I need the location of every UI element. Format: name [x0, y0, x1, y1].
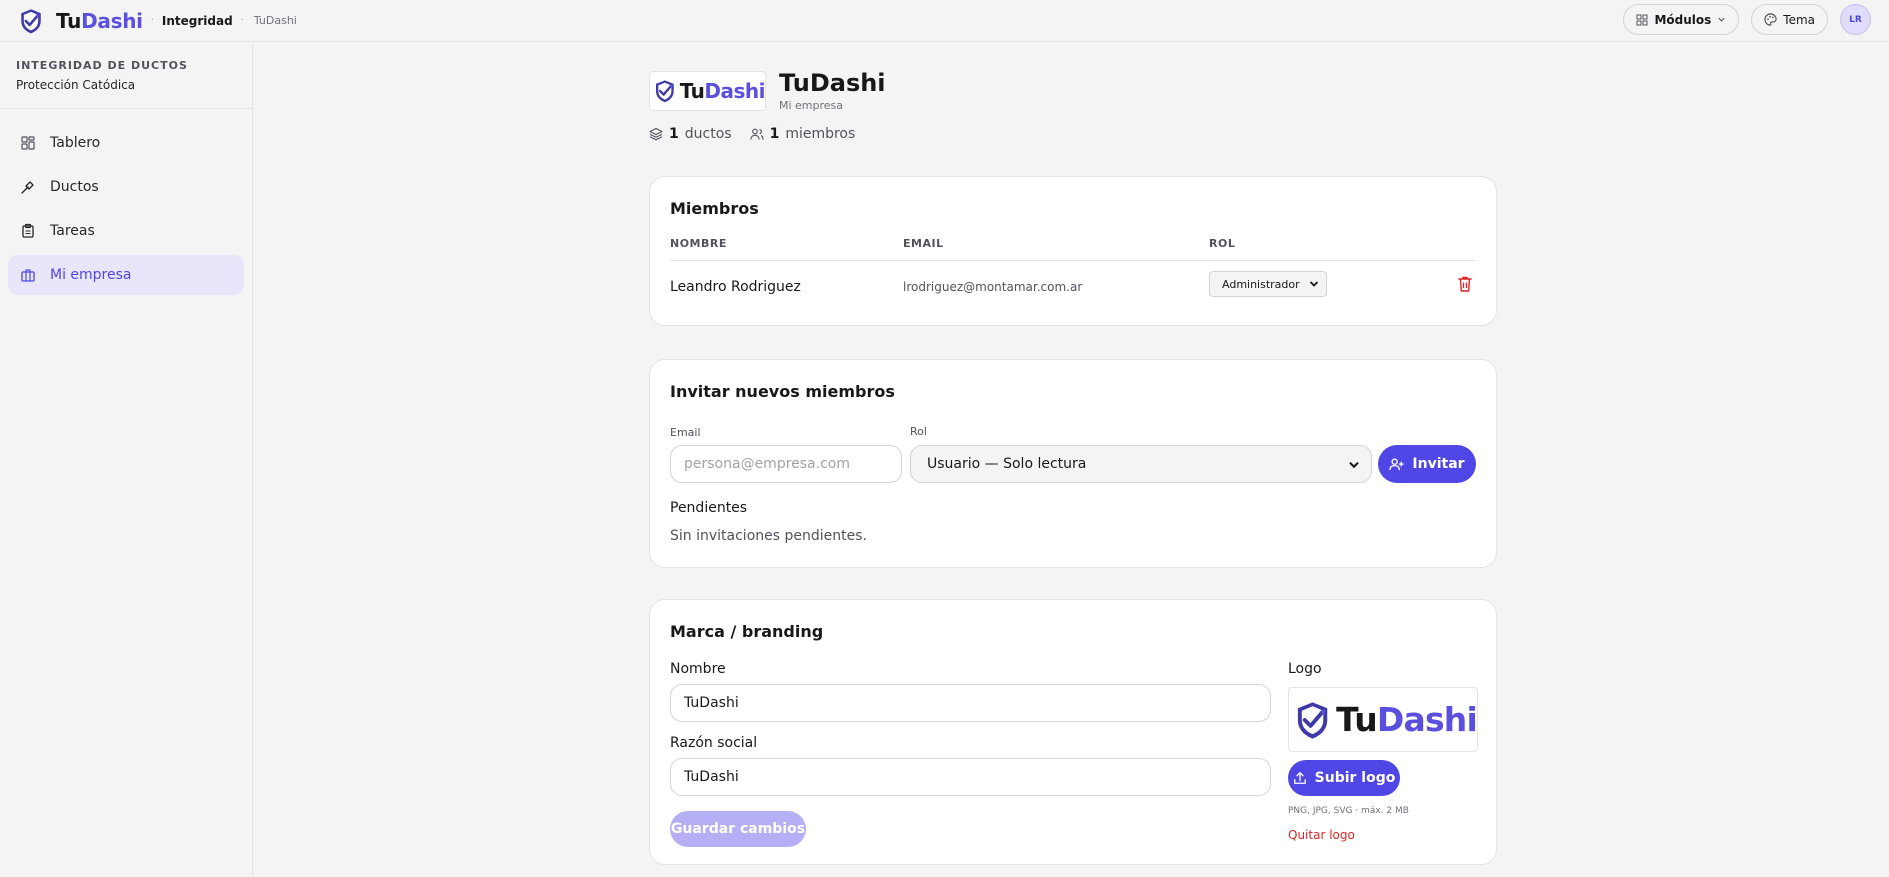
stat-miembros-count: 1 — [769, 126, 780, 142]
column-header-rol: ROL — [1209, 237, 1236, 250]
sidebar-item-tablero[interactable]: Tablero — [8, 123, 244, 163]
brand-name-dashi: Dashi — [81, 8, 143, 33]
chevron-down-icon — [1309, 281, 1319, 287]
theme-label: Tema — [1783, 12, 1815, 27]
role-select[interactable]: Usuario — Solo lectura — [910, 445, 1372, 483]
member-role-select[interactable]: Administrador — [1209, 271, 1327, 297]
column-header-nombre: NOMBRE — [670, 237, 727, 250]
sidebar-item-mi-empresa[interactable]: Mi empresa — [8, 255, 244, 295]
sidebar-item-label: Mi empresa — [50, 267, 132, 283]
avatar[interactable]: LR — [1840, 4, 1871, 35]
members-title: Miembros — [670, 199, 759, 218]
company-stats: 1 ductos 1 miembros — [649, 126, 1497, 142]
layers-icon — [649, 127, 663, 141]
email-label: Email — [670, 426, 701, 439]
table-divider — [670, 260, 1476, 261]
topbar-actions: Módulos Tema LR — [1623, 4, 1871, 35]
pending-title: Pendientes — [670, 500, 748, 516]
upload-icon — [1293, 772, 1306, 784]
pending-empty-message: Sin invitaciones pendientes. — [670, 528, 867, 544]
sidebar: INTEGRIDAD DE DUCTOS Protección Catódica… — [0, 43, 253, 877]
save-button[interactable]: Guardar cambios — [670, 811, 806, 847]
breadcrumb-separator: · — [240, 15, 244, 26]
role-label: Rol — [910, 425, 927, 438]
breadcrumb-module[interactable]: Integridad — [162, 14, 233, 28]
chevron-down-icon — [1718, 17, 1725, 22]
company-logo: TuDashi — [649, 70, 766, 111]
member-name: Leandro Rodriguez — [670, 279, 801, 295]
user-plus-icon — [1389, 457, 1404, 470]
upload-logo-button[interactable]: Subir logo — [1288, 760, 1400, 796]
company-header: TuDashi TuDashi Mi empresa — [649, 69, 1497, 112]
stat-ductos-label: ductos — [684, 126, 732, 142]
company-logo-text: TuDashi — [679, 78, 766, 103]
upload-logo-label: Subir logo — [1314, 770, 1396, 786]
trash-icon[interactable] — [1457, 275, 1473, 293]
email-input[interactable]: persona@empresa.com — [670, 445, 902, 483]
name-input[interactable]: TuDashi — [670, 684, 1271, 722]
grid-icon — [1636, 14, 1648, 25]
company-logo-dashi: Dashi — [704, 78, 765, 103]
invite-card: Invitar nuevos miembros Email persona@em… — [649, 359, 1497, 568]
sidebar-title: INTEGRIDAD DE DUCTOS — [16, 59, 188, 72]
sidebar-header: INTEGRIDAD DE DUCTOS Protección Catódica — [0, 43, 252, 109]
logo-preview-tu: Tu — [1336, 700, 1378, 739]
sidebar-nav: Tablero Ductos Tareas Mi empresa — [0, 109, 252, 309]
sidebar-item-tareas[interactable]: Tareas — [8, 211, 244, 251]
member-email: lrodriguez@montamar.com.ar — [903, 280, 1083, 294]
breadcrumb-separator: · — [150, 15, 154, 26]
brand[interactable]: TuDashi — [18, 8, 143, 34]
invite-button[interactable]: Invitar — [1378, 445, 1476, 483]
shield-logo-icon — [1293, 692, 1332, 748]
brand-name-tu: Tu — [56, 8, 82, 33]
shield-logo-icon — [18, 8, 44, 34]
page-title: TuDashi — [779, 69, 886, 97]
logo-preview: TuDashi — [1288, 687, 1478, 752]
shield-logo-icon — [653, 74, 677, 108]
column-header-email: EMAIL — [903, 237, 944, 250]
theme-button[interactable]: Tema — [1751, 4, 1828, 35]
branding-title: Marca / branding — [670, 622, 824, 641]
sidebar-item-ductos[interactable]: Ductos — [8, 167, 244, 207]
pipe-icon — [21, 181, 34, 194]
logo-label: Logo — [1288, 661, 1322, 677]
legal-name-label: Razón social — [670, 735, 758, 751]
members-card: Miembros NOMBRE EMAIL ROL Leandro Rodrig… — [649, 176, 1497, 326]
role-select-value: Usuario — Solo lectura — [927, 456, 1087, 472]
legal-name-input[interactable]: TuDashi — [670, 758, 1271, 796]
member-role-value: Administrador — [1222, 277, 1300, 291]
invite-button-label: Invitar — [1412, 456, 1465, 472]
modules-button[interactable]: Módulos — [1623, 4, 1740, 35]
company-logo-tu: Tu — [679, 78, 705, 103]
stat-ductos-count: 1 — [669, 126, 679, 142]
stat-miembros: 1 miembros — [750, 126, 856, 142]
stat-ductos: 1 ductos — [649, 126, 732, 142]
stat-miembros-label: miembros — [785, 126, 856, 142]
top-bar: TuDashi · Integridad · TuDashi Módulos T… — [0, 0, 1889, 42]
grid-icon — [21, 136, 35, 150]
modules-label: Módulos — [1654, 12, 1712, 27]
palette-icon — [1764, 13, 1777, 26]
page-subtitle: Mi empresa — [779, 99, 844, 112]
sidebar-subtitle: Protección Catódica — [16, 78, 136, 92]
sidebar-item-label: Tareas — [50, 223, 95, 239]
invite-title: Invitar nuevos miembros — [670, 382, 895, 401]
sidebar-item-label: Ductos — [50, 179, 99, 195]
sidebar-item-label: Tablero — [50, 135, 101, 151]
remove-logo-link[interactable]: Quitar logo — [1288, 828, 1355, 842]
briefcase-icon — [21, 269, 35, 282]
company-info: TuDashi Mi empresa — [779, 69, 886, 112]
name-label: Nombre — [670, 661, 726, 677]
main-content: TuDashi TuDashi Mi empresa 1 ductos 1 mi… — [649, 43, 1497, 865]
users-icon — [750, 128, 764, 140]
logo-preview-text: TuDashi — [1336, 700, 1478, 739]
branding-card: Marca / branding Nombre TuDashi Razón so… — [649, 599, 1497, 865]
brand-name: TuDashi — [56, 9, 143, 33]
breadcrumb-company: TuDashi — [253, 14, 297, 27]
upload-hint: PNG, JPG, SVG · máx. 2 MB — [1288, 806, 1409, 816]
clipboard-icon — [22, 223, 34, 238]
chevron-down-icon — [1349, 461, 1359, 469]
logo-preview-dashi: Dashi — [1376, 700, 1478, 739]
